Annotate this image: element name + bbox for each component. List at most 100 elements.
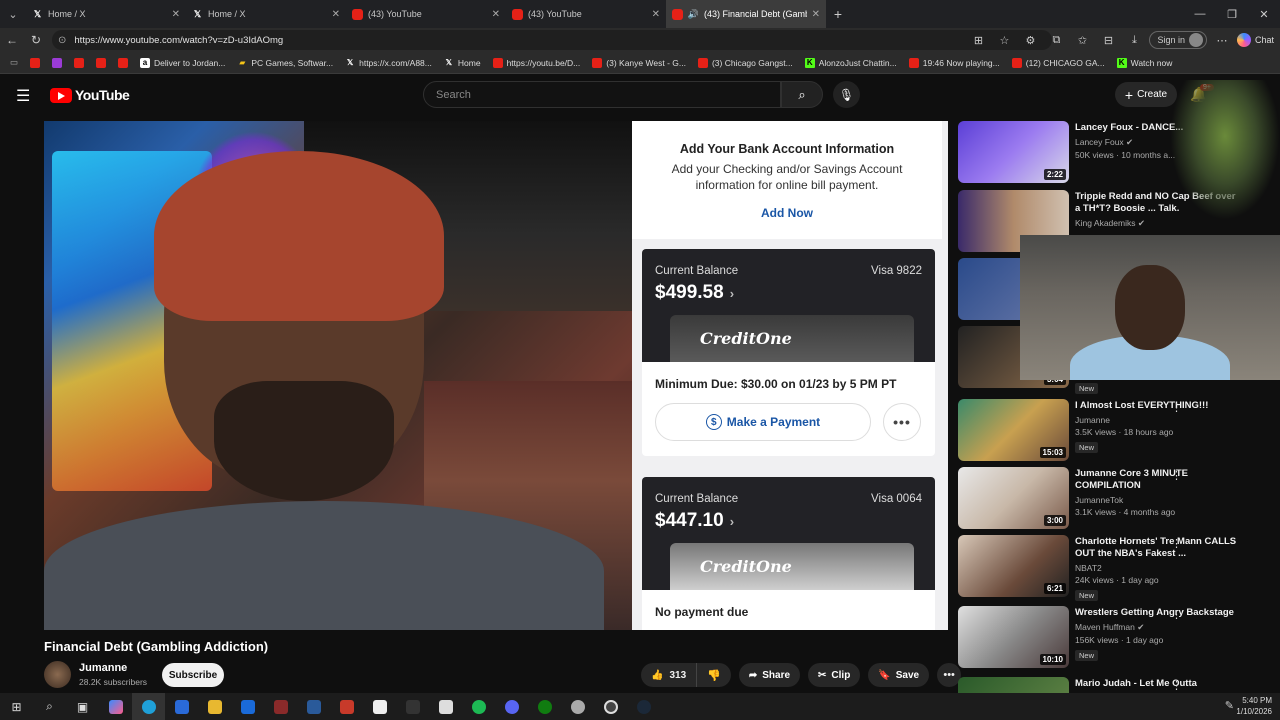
more-menu-icon[interactable]: ⋯: [1211, 29, 1233, 51]
bookmark-item[interactable]: 19:46 Now playing...: [905, 57, 1004, 68]
bookmark-item[interactable]: 𝕏https://x.com/A88...: [341, 58, 436, 68]
subscribe-button[interactable]: Subscribe: [162, 663, 224, 687]
video-thumbnail[interactable]: [958, 677, 1069, 693]
mail-icon[interactable]: [231, 693, 264, 720]
voice-search-button[interactable]: 🎙: [833, 81, 860, 108]
xbox-icon[interactable]: [528, 693, 561, 720]
recommendation-item[interactable]: 15:03 I Almost Lost EVERYTHING!!! Jumann…: [958, 399, 1238, 463]
app-icon[interactable]: [264, 693, 297, 720]
steam-icon[interactable]: [627, 693, 660, 720]
store-icon[interactable]: [165, 693, 198, 720]
pen-icon[interactable]: ✎: [1225, 699, 1234, 712]
more-vert-icon[interactable]: ⋮: [1171, 537, 1182, 550]
app-icon[interactable]: ⊞: [967, 29, 989, 51]
app-icon[interactable]: [297, 693, 330, 720]
like-button[interactable]: 👍 313: [641, 663, 698, 687]
create-button[interactable]: + Create: [1115, 82, 1177, 107]
recommendation-title[interactable]: Charlotte Hornets' Tre Mann CALLS OUT th…: [1075, 536, 1238, 560]
collections-icon[interactable]: ⊟: [1097, 29, 1119, 51]
obs-icon[interactable]: [594, 693, 627, 720]
url-input[interactable]: ⊙ https://www.youtube.com/watch?v=zD-u3I…: [52, 30, 1052, 50]
close-icon[interactable]: ✕: [332, 9, 340, 20]
copilot-app-icon[interactable]: [99, 693, 132, 720]
site-info-icon[interactable]: ⊙: [58, 35, 66, 46]
app-icon[interactable]: [561, 693, 594, 720]
bookmark-item[interactable]: K Watch now: [1113, 57, 1177, 68]
windows-start-icon[interactable]: ⊞: [0, 693, 33, 720]
browser-tab-active[interactable]: 🔊 (43) Financial Debt (Gambling ✕: [666, 0, 826, 28]
close-icon[interactable]: ✕: [172, 9, 180, 20]
bookmark-item[interactable]: ▰ PC Games, Softwar...: [233, 58, 337, 68]
close-window-icon[interactable]: ✕: [1248, 0, 1280, 28]
system-clock[interactable]: 5:40 PM 1/10/2026: [1236, 695, 1272, 717]
browser-tab[interactable]: (43) YouTube ✕: [506, 0, 666, 28]
close-icon[interactable]: ✕: [652, 9, 660, 20]
bookmark-item[interactable]: [92, 57, 110, 68]
bookmark-item[interactable]: 𝕏 Home: [440, 58, 485, 68]
video-thumbnail[interactable]: 15:03: [958, 399, 1069, 461]
extensions-icon[interactable]: ⚙: [1019, 29, 1041, 51]
recommendation-item[interactable]: 6:21 Charlotte Hornets' Tre Mann CALLS O…: [958, 535, 1238, 601]
app-icon[interactable]: [363, 693, 396, 720]
bookmark-item[interactable]: K AlonzoJust Chattin...: [801, 57, 901, 68]
recommendation-item[interactable]: 3:00 Jumanne Core 3 MINUTE COMPILATION J…: [958, 467, 1238, 531]
browser-tab[interactable]: 𝕏 Home / X ✕: [26, 0, 186, 28]
restore-icon[interactable]: ❐: [1216, 0, 1248, 28]
bookmark-item[interactable]: [114, 57, 132, 68]
browser-tab[interactable]: (43) YouTube ✕: [346, 0, 506, 28]
channel-name[interactable]: Jumanne: [79, 662, 147, 674]
bookmark-item[interactable]: (3) Chicago Gangst...: [694, 57, 797, 68]
video-thumbnail[interactable]: 2:22: [958, 121, 1069, 183]
download-icon[interactable]: ⤓: [1123, 29, 1145, 51]
spotify-icon[interactable]: [462, 693, 495, 720]
copilot-chat-button[interactable]: Chat: [1236, 33, 1274, 47]
bookmark-item[interactable]: a Deliver to Jordan...: [136, 57, 229, 68]
browser-tab[interactable]: 𝕏 Home / X ✕: [186, 0, 346, 28]
youtube-logo[interactable]: YouTube: [50, 87, 130, 103]
bookmark-item[interactable]: [70, 57, 88, 68]
minimize-icon[interactable]: —: [1184, 0, 1216, 28]
new-tab-button[interactable]: +: [826, 6, 850, 22]
bookmarks-menu-icon[interactable]: ▭: [6, 57, 22, 68]
bookmark-item[interactable]: [48, 57, 66, 68]
video-thumbnail[interactable]: 10:10: [958, 606, 1069, 668]
recommendation-title[interactable]: Wrestlers Getting Angry Backstage: [1075, 607, 1238, 619]
discord-icon[interactable]: [495, 693, 528, 720]
tab-search-icon[interactable]: ⌄: [0, 0, 26, 28]
bookmark-item[interactable]: (3) Kanye West - G...: [588, 57, 690, 68]
file-explorer-icon[interactable]: [198, 693, 231, 720]
document-icon[interactable]: [429, 693, 462, 720]
video-thumbnail[interactable]: 6:21: [958, 535, 1069, 597]
recommendation-title[interactable]: I Almost Lost EVERYTHING!!!: [1075, 400, 1238, 412]
task-view-icon[interactable]: ▣: [66, 693, 99, 720]
split-screen-icon[interactable]: ⧉: [1045, 29, 1067, 51]
app-icon[interactable]: [396, 693, 429, 720]
share-button[interactable]: ➦ Share: [738, 663, 801, 687]
more-vert-icon[interactable]: ⋮: [1171, 679, 1182, 692]
close-icon[interactable]: ✕: [492, 9, 500, 20]
video-thumbnail[interactable]: 3:00: [958, 467, 1069, 529]
bookmark-item[interactable]: (12) CHICAGO GA...: [1008, 57, 1109, 68]
video-player[interactable]: Add Your Bank Account Information Add yo…: [44, 121, 948, 630]
dislike-button[interactable]: 👎: [697, 663, 731, 687]
speaker-icon[interactable]: 🔊: [688, 9, 699, 20]
more-vert-icon[interactable]: ⋮: [1171, 401, 1182, 414]
recommendation-item[interactable]: Mario Judah - Let Me Outta ⋮: [958, 677, 1238, 693]
save-button[interactable]: 🔖 Save: [868, 663, 930, 687]
edge-browser-icon[interactable]: [132, 693, 165, 720]
app-icon[interactable]: [330, 693, 363, 720]
star-icon[interactable]: ☆: [993, 29, 1015, 51]
favorites-icon[interactable]: ✩: [1071, 29, 1093, 51]
bookmark-item[interactable]: https://youtu.be/D...: [489, 57, 585, 68]
recommendation-item[interactable]: 10:10 Wrestlers Getting Angry Backstage …: [958, 606, 1238, 670]
search-input[interactable]: Search: [423, 81, 781, 108]
close-icon[interactable]: ✕: [812, 9, 820, 20]
search-icon[interactable]: ⌕: [33, 693, 66, 720]
channel-avatar[interactable]: [44, 661, 71, 688]
sign-in-button[interactable]: Sign in: [1149, 31, 1207, 49]
clip-button[interactable]: ✂ Clip: [808, 663, 861, 687]
recommendation-title[interactable]: Mario Judah - Let Me Outta: [1075, 678, 1238, 690]
more-vert-icon[interactable]: ⋮: [1171, 608, 1182, 621]
back-icon[interactable]: ←: [0, 28, 24, 52]
menu-icon[interactable]: ☰: [16, 86, 36, 105]
